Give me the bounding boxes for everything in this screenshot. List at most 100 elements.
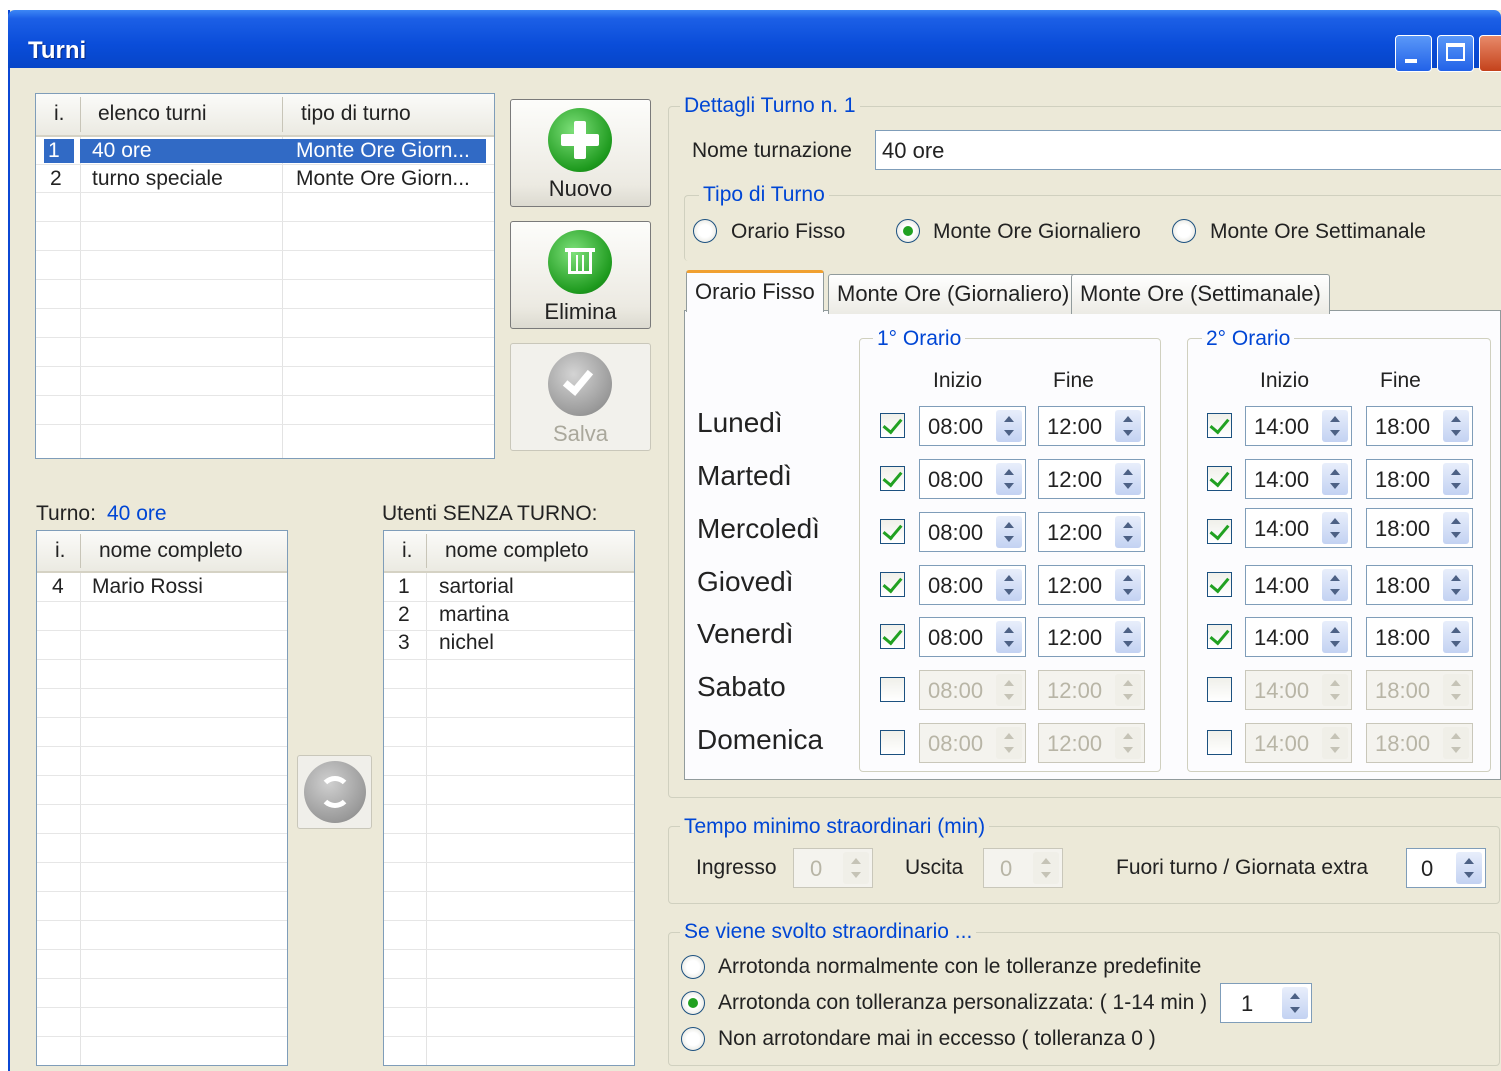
day-checkbox-1[interactable] [880,677,905,702]
cell-name: Mario Rossi [92,575,203,598]
day-checkbox-2[interactable] [1207,519,1232,544]
radio-arrotonda-personalizzata-label[interactable]: Arrotonda con tolleranza personalizzata:… [718,991,1207,1015]
col-header-index[interactable]: i. [55,539,66,563]
radio-arrotonda-normal[interactable] [681,955,705,979]
nome-turnazione-field[interactable]: 40 ore [875,130,1501,170]
end2-spinner[interactable]: 18:00 [1366,459,1473,499]
start2-spinner[interactable]: 14:00 [1245,723,1352,763]
table-row[interactable]: 1 sartorial [384,574,634,601]
minimize-button[interactable] [1395,35,1432,72]
radio-non-arrotondare[interactable] [681,1027,705,1051]
end2-spinner[interactable]: 18:00 [1366,565,1473,605]
radio-arrotonda-personalizzata[interactable] [681,991,705,1015]
day-checkbox-1[interactable] [880,466,905,491]
start1-spinner[interactable]: 08:00 [919,617,1026,657]
end1-spinner[interactable]: 12:00 [1038,617,1145,657]
col-header-nome[interactable]: nome completo [445,539,589,563]
senza-turno-grid[interactable]: i. nome completo 1 sartorial 2 martina 3… [383,530,635,1066]
day-checkbox-1[interactable] [880,519,905,544]
radio-orario-fisso-label[interactable]: Orario Fisso [731,220,845,244]
sposta-button[interactable] [297,755,372,829]
day-checkbox-2[interactable] [1207,572,1232,597]
ingresso-spinner[interactable]: 0 [793,848,873,888]
cell-index: 4 [52,575,64,598]
radio-monte-ore-giornaliero[interactable] [896,219,920,243]
start2-spinner[interactable]: 14:00 [1245,565,1352,605]
col-header-tipo[interactable]: tipo di turno [301,102,411,126]
day-checkbox-2[interactable] [1207,413,1232,438]
radio-monte-ore-settimanale-label[interactable]: Monte Ore Settimanale [1210,220,1426,244]
end2-spinner[interactable]: 18:00 [1366,670,1473,710]
col-header-nome[interactable]: nome completo [99,539,243,563]
table-row[interactable]: 3 nichel [384,630,634,657]
start1-spinner[interactable]: 08:00 [919,670,1026,710]
day-checkbox-2[interactable] [1207,624,1232,649]
uscita-spinner[interactable]: 0 [983,848,1063,888]
end1-spinner[interactable]: 12:00 [1038,512,1145,552]
table-row[interactable]: 2 martina [384,602,634,629]
tab-monte-ore-giornaliero[interactable]: Monte Ore (Giornaliero) [828,274,1079,314]
cell-type: Monte Ore Giorn... [282,139,486,163]
close-button[interactable] [1479,35,1501,72]
uscita-label: Uscita [905,856,964,879]
day-checkbox-2[interactable] [1207,730,1232,755]
table-row[interactable]: 1 40 ore Monte Ore Giorn... [44,138,486,165]
start1-spinner[interactable]: 08:00 [919,459,1026,499]
end1-spinner[interactable]: 12:00 [1038,723,1145,763]
orario2-title: 2° Orario [1202,327,1295,351]
end1-spinner[interactable]: 12:00 [1038,406,1145,446]
tab-orario-fisso[interactable]: Orario Fisso [686,270,824,312]
day-label: Venerdì [697,618,794,649]
col-header-elenco[interactable]: elenco turni [98,102,207,126]
end1-spinner[interactable]: 12:00 [1038,670,1145,710]
tolleranza-spinner[interactable]: 1 [1220,983,1312,1023]
start1-spinner[interactable]: 08:00 [919,565,1026,605]
turno-value: 40 ore [107,502,167,525]
day-checkbox-1[interactable] [880,730,905,755]
end2-spinner[interactable]: 18:00 [1366,723,1473,763]
col-header-index[interactable]: i. [54,102,65,126]
table-row[interactable]: 4 Mario Rossi [37,574,287,601]
end2-spinner[interactable]: 18:00 [1366,406,1473,446]
radio-monte-ore-settimanale[interactable] [1172,219,1196,243]
day-checkbox-2[interactable] [1207,466,1232,491]
elimina-button[interactable]: Elimina [510,221,651,329]
salva-button[interactable]: Salva [510,343,651,451]
end2-spinner[interactable]: 18:00 [1366,508,1473,548]
start2-spinner[interactable]: 14:00 [1245,459,1352,499]
tab-monte-ore-settimanale[interactable]: Monte Ore (Settimanale) [1071,274,1330,314]
title-bar[interactable]: Turni [8,10,1501,72]
grid-header: i. nome completo [384,531,634,573]
check-icon [548,352,612,416]
day-checkbox-1[interactable] [880,572,905,597]
radio-orario-fisso[interactable] [693,219,717,243]
maximize-button[interactable] [1437,35,1474,72]
start1-spinner[interactable]: 08:00 [919,406,1026,446]
radio-monte-ore-giornaliero-label[interactable]: Monte Ore Giornaliero [933,220,1141,244]
fuori-turno-spinner[interactable]: 0 [1406,848,1486,888]
start2-spinner[interactable]: 14:00 [1245,508,1352,548]
end1-spinner[interactable]: 12:00 [1038,459,1145,499]
col-header-index[interactable]: i. [402,539,413,563]
nuovo-button[interactable]: Nuovo [510,99,651,207]
start1-spinner[interactable]: 08:00 [919,723,1026,763]
fine-header-1: Fine [1053,369,1094,392]
start2-spinner[interactable]: 14:00 [1245,406,1352,446]
start2-spinner[interactable]: 14:00 [1245,617,1352,657]
end1-spinner[interactable]: 12:00 [1038,565,1145,605]
grid-header: i. nome completo [37,531,287,573]
radio-arrotonda-normal-label[interactable]: Arrotonda normalmente con le tolleranze … [718,955,1201,979]
start1-spinner[interactable]: 08:00 [919,512,1026,552]
turni-grid[interactable]: i. elenco turni tipo di turno 1 40 ore M… [35,93,495,459]
cell-index: 2 [50,167,62,190]
day-checkbox-1[interactable] [880,413,905,438]
turno-users-grid[interactable]: i. nome completo 4 Mario Rossi [36,530,288,1066]
table-row[interactable]: 2 turno speciale Monte Ore Giorn... [44,166,486,193]
ingresso-label: Ingresso [696,856,777,879]
day-checkbox-2[interactable] [1207,677,1232,702]
day-checkbox-1[interactable] [880,624,905,649]
radio-non-arrotondare-label[interactable]: Non arrotondare mai in eccesso ( tollera… [718,1027,1156,1051]
end2-spinner[interactable]: 18:00 [1366,617,1473,657]
start2-spinner[interactable]: 14:00 [1245,670,1352,710]
cell-name: nichel [439,631,494,654]
